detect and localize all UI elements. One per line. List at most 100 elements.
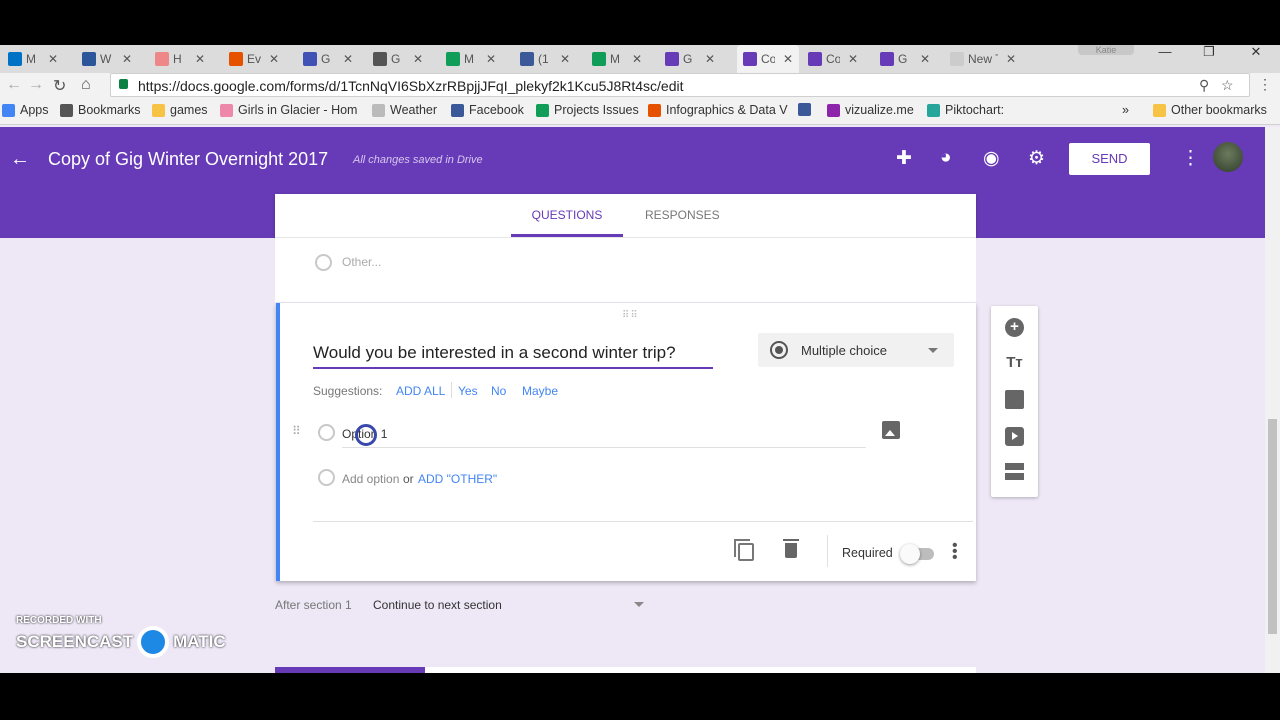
- tab-close-icon[interactable]: ✕: [122, 52, 132, 66]
- browser-tab[interactable]: G ✕: [665, 45, 715, 73]
- bookmark-item[interactable]: Bookmarks: [60, 103, 141, 117]
- addons-puzzle-icon[interactable]: ✚: [896, 147, 912, 170]
- browser-tab[interactable]: M ✕: [446, 45, 496, 73]
- scrollbar-thumb[interactable]: [1268, 419, 1277, 634]
- bookmark-icon: [451, 103, 464, 117]
- tab-favicon-icon: [8, 52, 22, 66]
- browser-tab[interactable]: New T ✕: [950, 45, 1016, 73]
- star-icon[interactable]: ☆: [1221, 77, 1234, 94]
- tab-questions[interactable]: QUESTIONS: [511, 208, 623, 222]
- tab-close-icon[interactable]: ✕: [486, 52, 496, 66]
- maximize-button[interactable]: ❐: [1189, 45, 1229, 67]
- browser-tab[interactable]: (1 ✕: [520, 45, 570, 73]
- bookmark-item[interactable]: games: [152, 103, 208, 117]
- bookmark-item[interactable]: Apps: [2, 103, 49, 117]
- tab-close-icon[interactable]: ✕: [783, 52, 793, 66]
- browser-tab-strip: Katie — ❐ ✕ M ✕ W ✕ H ✕ Ev ✕ G ✕ G ✕ M ✕ (1 ✕ M ✕ G ✕ Co ✕ Co ✕…: [0, 45, 1280, 73]
- add-image-icon[interactable]: [882, 421, 900, 439]
- address-bar[interactable]: https://docs.google.com/forms/d/1TcnNqVI…: [110, 73, 1250, 97]
- avatar[interactable]: [1213, 142, 1243, 172]
- tab-close-icon[interactable]: ✕: [705, 52, 715, 66]
- minimize-button[interactable]: —: [1145, 45, 1185, 67]
- tab-close-icon[interactable]: ✕: [560, 52, 570, 66]
- browser-menu-icon[interactable]: ⋮: [1258, 76, 1272, 93]
- back-icon[interactable]: ←: [6, 76, 22, 94]
- required-toggle[interactable]: [900, 544, 920, 564]
- bookmark-item[interactable]: Projects Issues: [536, 103, 639, 117]
- bookmark-item[interactable]: Weather: [372, 103, 437, 117]
- browser-tab[interactable]: Ev ✕: [229, 45, 279, 73]
- floating-toolbar: + Tт: [991, 306, 1038, 497]
- tab-close-icon[interactable]: ✕: [920, 52, 930, 66]
- send-button[interactable]: SEND: [1069, 143, 1150, 175]
- forward-icon[interactable]: →: [28, 76, 44, 94]
- bookmark-item[interactable]: Girls in Glacier - Hom: [220, 103, 357, 117]
- zoom-icon[interactable]: ⚲: [1199, 77, 1209, 94]
- suggestion-yes[interactable]: Yes: [458, 384, 478, 398]
- question-type-select[interactable]: Multiple choice: [758, 333, 954, 367]
- suggestion-maybe[interactable]: Maybe: [522, 384, 558, 398]
- watermark-left-text: SCREENCAST: [16, 632, 134, 651]
- add-video-icon[interactable]: [1005, 427, 1024, 446]
- add-title-text-icon[interactable]: Tт: [1005, 354, 1024, 373]
- page-scrollbar[interactable]: [1265, 127, 1280, 673]
- browser-tab[interactable]: G ✕: [373, 45, 423, 73]
- drag-handle-icon[interactable]: ⠿⠿: [622, 310, 639, 321]
- browser-tab[interactable]: Co ✕: [808, 45, 858, 73]
- more-menu-icon[interactable]: ⋮: [1181, 147, 1200, 170]
- add-section-icon[interactable]: [1005, 463, 1024, 480]
- browser-tab[interactable]: G ✕: [880, 45, 930, 73]
- tab-close-icon[interactable]: ✕: [343, 52, 353, 66]
- tab-favicon-icon: [665, 52, 679, 66]
- tab-responses[interactable]: RESPONSES: [645, 208, 720, 222]
- tab-close-icon[interactable]: ✕: [1006, 52, 1016, 66]
- tab-close-icon[interactable]: ✕: [195, 52, 205, 66]
- question-more-icon[interactable]: • • •: [952, 538, 958, 566]
- tab-close-icon[interactable]: ✕: [48, 52, 58, 66]
- browser-tab[interactable]: Co ✕: [737, 45, 800, 73]
- palette-icon[interactable]: ◕: [940, 147, 951, 169]
- option-drag-handle-icon[interactable]: ⠿: [292, 424, 301, 438]
- browser-tab[interactable]: W ✕: [82, 45, 132, 73]
- add-option[interactable]: Add option: [342, 472, 399, 486]
- bookmark-item[interactable]: vizualize.me: [827, 103, 914, 117]
- tab-close-icon[interactable]: ✕: [413, 52, 423, 66]
- bookmark-item[interactable]: [798, 103, 816, 116]
- browser-tab[interactable]: G ✕: [303, 45, 353, 73]
- next-section-card[interactable]: [275, 667, 976, 673]
- tab-close-icon[interactable]: ✕: [632, 52, 642, 66]
- section-navigation-select[interactable]: Continue to next section: [373, 598, 502, 612]
- add-question-icon[interactable]: +: [1005, 318, 1024, 337]
- duplicate-icon[interactable]: [734, 539, 754, 561]
- browser-tab[interactable]: M ✕: [592, 45, 642, 73]
- bookmark-item[interactable]: Facebook: [451, 103, 524, 117]
- settings-gear-icon[interactable]: ⚙: [1028, 147, 1045, 170]
- reload-icon[interactable]: ↻: [53, 76, 66, 96]
- url-text[interactable]: https://docs.google.com/forms/d/1TcnNqVI…: [138, 78, 683, 94]
- previous-question-card[interactable]: Other...: [275, 237, 976, 302]
- question-title-input[interactable]: Would you be interested in a second wint…: [313, 343, 713, 369]
- suggestion-no[interactable]: No: [491, 384, 506, 398]
- close-window-button[interactable]: ✕: [1236, 45, 1276, 67]
- question-card[interactable]: ⠿⠿ Would you be interested in a second w…: [276, 303, 976, 581]
- browser-tab[interactable]: H ✕: [155, 45, 205, 73]
- add-image-icon[interactable]: [1005, 390, 1024, 409]
- add-other-link[interactable]: ADD "OTHER": [418, 472, 497, 486]
- dropdown-caret-icon[interactable]: [634, 602, 644, 607]
- tab-close-icon[interactable]: ✕: [848, 52, 858, 66]
- tab-title: G: [683, 52, 693, 66]
- preview-eye-icon[interactable]: ◉: [983, 147, 1000, 170]
- back-arrow-icon[interactable]: ←: [10, 148, 30, 171]
- screencast-watermark: RECORDED WITH SCREENCAST MATIC: [16, 615, 226, 658]
- other-bookmarks[interactable]: Other bookmarks: [1153, 103, 1267, 117]
- home-icon[interactable]: ⌂: [81, 76, 91, 94]
- suggestion-add-all[interactable]: ADD ALL: [396, 384, 445, 398]
- bookmarks-overflow-icon[interactable]: »: [1122, 103, 1129, 117]
- browser-tab[interactable]: M ✕: [8, 45, 58, 73]
- tab-close-icon[interactable]: ✕: [269, 52, 279, 66]
- bookmark-item[interactable]: Piktochart:: [927, 103, 1004, 117]
- form-title[interactable]: Copy of Gig Winter Overnight 2017: [48, 149, 328, 170]
- bookmark-item[interactable]: Infographics & Data V: [648, 103, 788, 117]
- profile-chip[interactable]: Katie: [1078, 45, 1134, 55]
- delete-trash-icon[interactable]: [783, 539, 799, 558]
